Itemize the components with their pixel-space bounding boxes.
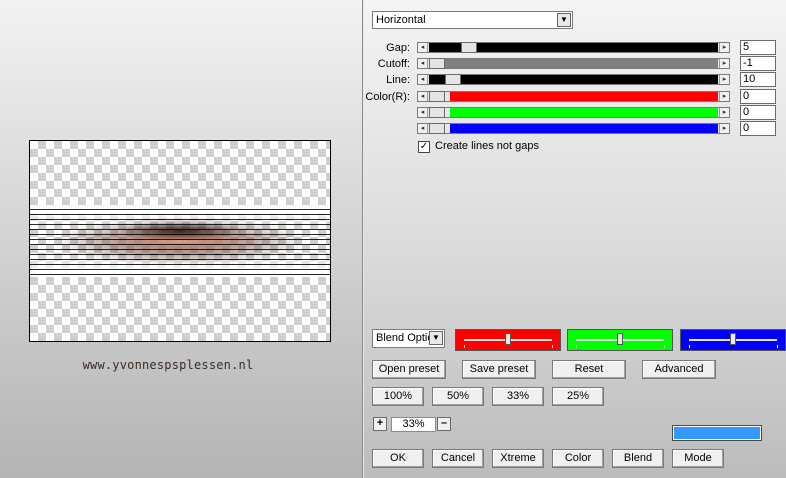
arrow-right-icon[interactable]: ▸ bbox=[719, 124, 729, 133]
arrow-left-icon[interactable]: ◂ bbox=[418, 108, 428, 117]
green-blend-strip[interactable] bbox=[567, 329, 673, 351]
strip-tick bbox=[576, 345, 577, 348]
red-slider[interactable]: ◂ ▸ bbox=[417, 91, 730, 102]
green-slider[interactable]: ◂ ▸ bbox=[417, 107, 730, 118]
strip-tick bbox=[777, 345, 778, 348]
color-r-label: Color(R): bbox=[365, 91, 410, 103]
arrow-left-icon[interactable]: ◂ bbox=[418, 124, 428, 133]
strip-tick bbox=[552, 345, 553, 348]
chevron-down-icon[interactable]: ▼ bbox=[557, 13, 571, 27]
strip-knob[interactable] bbox=[730, 333, 736, 345]
line-slider[interactable]: ◂ ▸ bbox=[417, 74, 730, 85]
gap-slider[interactable]: ◂ ▸ bbox=[417, 42, 730, 53]
preview-pane: www.yvonnespsplessen.nl bbox=[0, 0, 362, 478]
strip-tick bbox=[464, 345, 465, 348]
green-slider-fill bbox=[450, 108, 718, 117]
cutoff-slider-fill bbox=[444, 59, 718, 68]
blend-options-value: Blend Optio bbox=[376, 332, 434, 344]
arrow-right-icon[interactable]: ▸ bbox=[719, 108, 729, 117]
zoom-in-button[interactable]: + bbox=[373, 417, 387, 431]
color-swatch[interactable] bbox=[672, 425, 762, 441]
red-slider-thumb[interactable] bbox=[429, 91, 445, 102]
strip-knob[interactable] bbox=[617, 333, 623, 345]
arrow-right-icon[interactable]: ▸ bbox=[719, 59, 729, 68]
blend-options-select[interactable]: Blend Optio ▼ bbox=[372, 329, 445, 348]
gap-label: Gap: bbox=[386, 42, 410, 54]
create-lines-label: Create lines not gaps bbox=[435, 140, 539, 152]
save-preset-button[interactable]: Save preset bbox=[462, 360, 536, 379]
blue-slider-fill bbox=[450, 124, 718, 133]
direction-select[interactable]: Horizontal ▼ bbox=[372, 11, 573, 29]
open-preset-button[interactable]: Open preset bbox=[372, 360, 446, 379]
ok-button[interactable]: OK bbox=[372, 449, 424, 468]
mode-button[interactable]: Mode bbox=[672, 449, 724, 468]
green-slider-thumb[interactable] bbox=[429, 107, 445, 118]
reset-button[interactable]: Reset bbox=[552, 360, 626, 379]
arrow-left-icon[interactable]: ◂ bbox=[418, 59, 428, 68]
gap-slider-thumb[interactable] bbox=[461, 42, 477, 53]
gap-value[interactable]: 5 bbox=[740, 40, 776, 55]
direction-select-value: Horizontal bbox=[376, 14, 426, 26]
advanced-button[interactable]: Advanced bbox=[642, 360, 716, 379]
green-value[interactable]: 0 bbox=[740, 105, 776, 120]
blue-slider-thumb[interactable] bbox=[429, 123, 445, 134]
blue-value[interactable]: 0 bbox=[740, 121, 776, 136]
zoom-value: 33% bbox=[391, 417, 436, 432]
cutoff-value[interactable]: -1 bbox=[740, 56, 776, 71]
xtreme-button[interactable]: Xtreme bbox=[492, 449, 544, 468]
line-slider-fill bbox=[429, 75, 718, 84]
cutoff-slider[interactable]: ◂ ▸ bbox=[417, 58, 730, 69]
red-value[interactable]: 0 bbox=[740, 89, 776, 104]
arrow-right-icon[interactable]: ▸ bbox=[719, 92, 729, 101]
arrow-right-icon[interactable]: ▸ bbox=[719, 75, 729, 84]
arrow-right-icon[interactable]: ▸ bbox=[719, 43, 729, 52]
controls-pane bbox=[364, 0, 786, 478]
arrow-left-icon[interactable]: ◂ bbox=[418, 43, 428, 52]
create-lines-checkbox[interactable]: ✓ bbox=[418, 141, 430, 153]
zoom-50-button[interactable]: 50% bbox=[432, 387, 484, 406]
line-label: Line: bbox=[386, 74, 410, 86]
red-blend-strip[interactable] bbox=[455, 329, 561, 351]
color-button[interactable]: Color bbox=[552, 449, 604, 468]
zoom-25-button[interactable]: 25% bbox=[552, 387, 604, 406]
arrow-left-icon[interactable]: ◂ bbox=[418, 92, 428, 101]
red-slider-fill bbox=[450, 92, 718, 101]
zoom-out-button[interactable]: – bbox=[437, 417, 451, 431]
cutoff-label: Cutoff: bbox=[377, 58, 410, 70]
preview-canvas[interactable] bbox=[29, 140, 331, 342]
line-slider-thumb[interactable] bbox=[445, 74, 461, 85]
watermark-text: www.yvonnespsplessen.nl bbox=[82, 358, 254, 372]
arrow-left-icon[interactable]: ◂ bbox=[418, 75, 428, 84]
preview-lines-overlay bbox=[30, 209, 330, 275]
zoom-33-button[interactable]: 33% bbox=[492, 387, 544, 406]
zoom-100-button[interactable]: 100% bbox=[372, 387, 424, 406]
cutoff-slider-thumb[interactable] bbox=[429, 58, 445, 69]
blend-button[interactable]: Blend bbox=[612, 449, 664, 468]
chevron-down-icon[interactable]: ▼ bbox=[429, 331, 443, 345]
strip-tick bbox=[664, 345, 665, 348]
strip-tick bbox=[689, 345, 690, 348]
line-value[interactable]: 10 bbox=[740, 72, 776, 87]
strip-knob[interactable] bbox=[505, 333, 511, 345]
blue-slider[interactable]: ◂ ▸ bbox=[417, 123, 730, 134]
blue-blend-strip[interactable] bbox=[680, 329, 786, 351]
cancel-button[interactable]: Cancel bbox=[432, 449, 484, 468]
